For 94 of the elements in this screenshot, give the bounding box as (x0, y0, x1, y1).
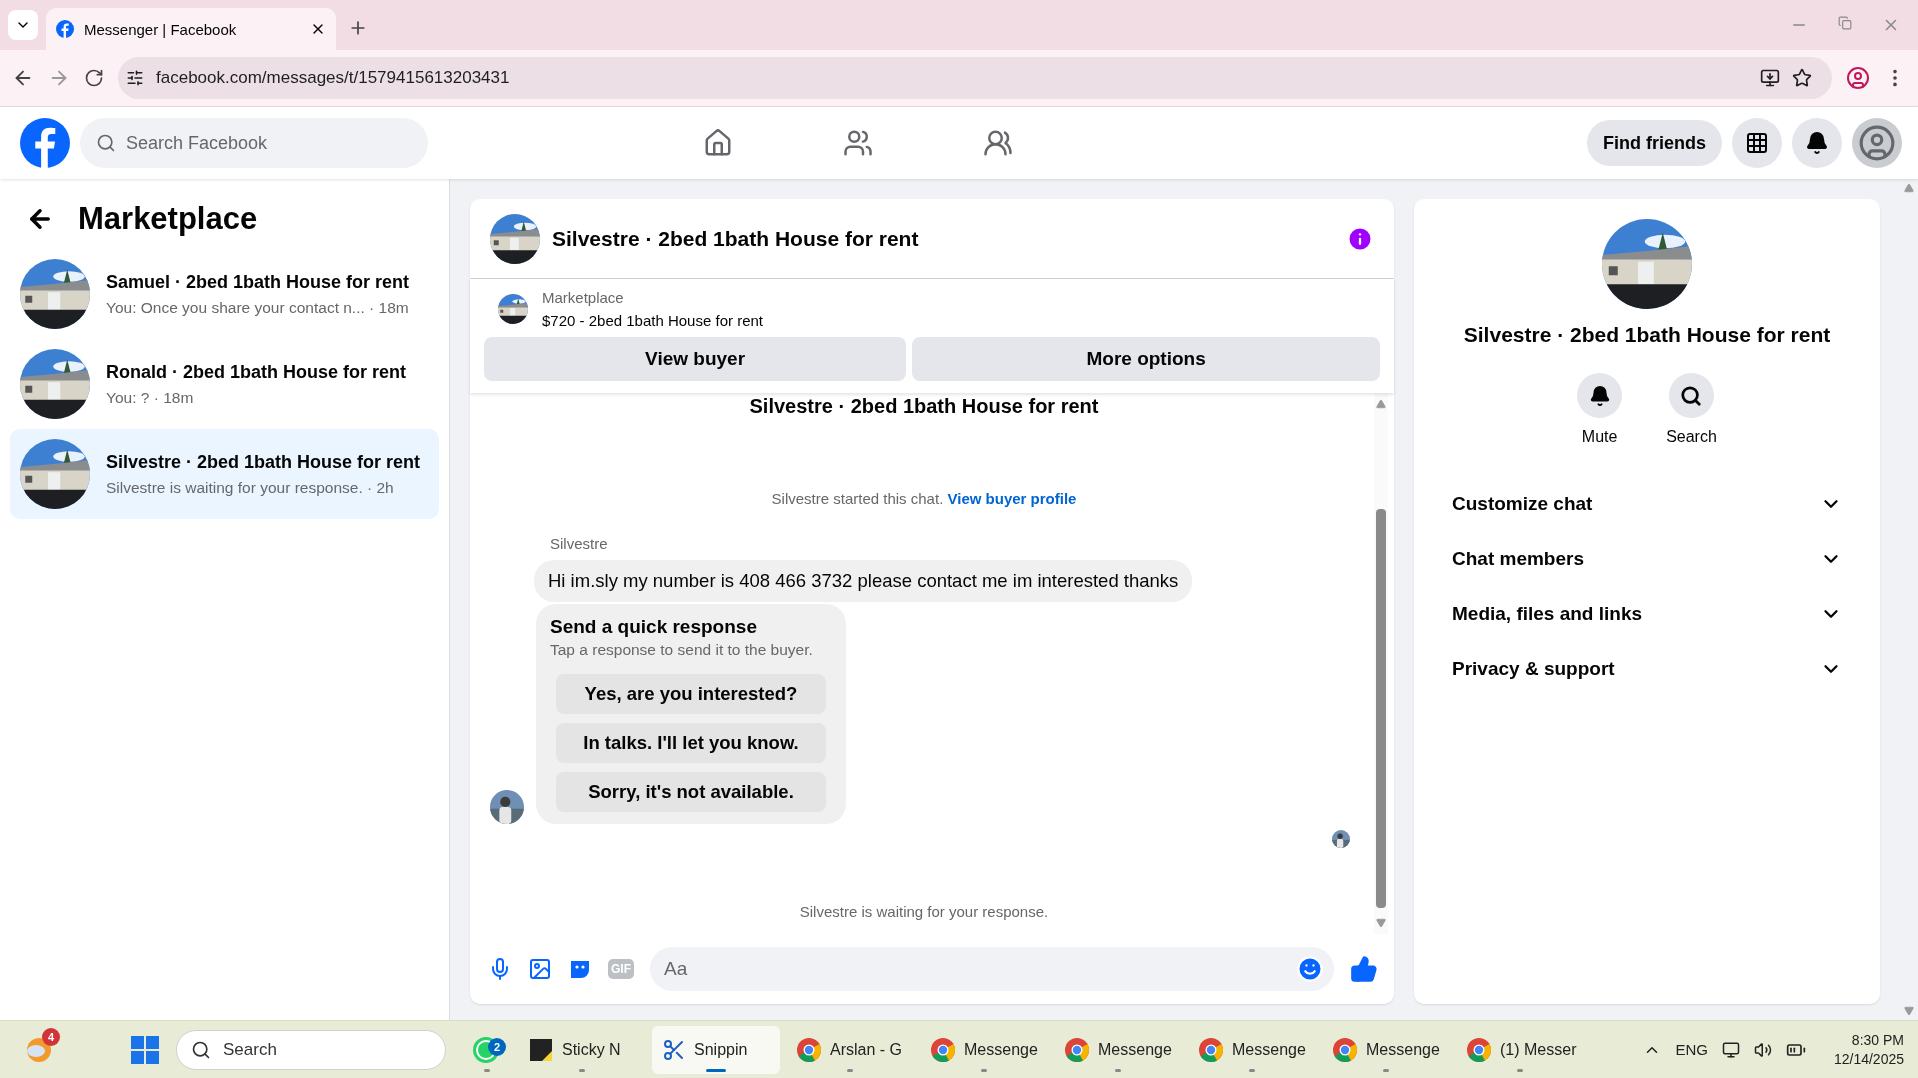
conversation-preview: You: ? · 18m (106, 388, 195, 407)
details-section[interactable]: Chat members (1434, 531, 1860, 586)
chrome-icon (1332, 1036, 1358, 1063)
taskbar-app[interactable]: Messenge (920, 1025, 1048, 1074)
scroll-up-icon[interactable] (1376, 399, 1386, 409)
taskbar-app[interactable]: (1) Messer (1456, 1025, 1584, 1074)
scroll-up-icon[interactable] (1904, 183, 1914, 193)
sender-name: Silvestre (549, 535, 609, 552)
home-icon[interactable] (702, 128, 733, 158)
account-button[interactable] (1852, 118, 1902, 168)
taskbar-app[interactable]: Arslan - G (786, 1025, 914, 1074)
bookmark-icon[interactable] (1792, 68, 1812, 88)
details-section[interactable]: Privacy & support (1434, 641, 1860, 696)
notification-badge: 2 (488, 1037, 506, 1056)
search-icon (191, 1039, 211, 1060)
grid-icon (1745, 131, 1769, 155)
scissors-icon (662, 1037, 686, 1062)
clock[interactable]: 8:30 PM 12/14/2025 (1833, 1030, 1904, 1069)
conversation-preview: Silvestre is waiting for your response. · 2h (106, 478, 395, 497)
chrome-icon (1064, 1036, 1090, 1063)
chrome-icon (1466, 1036, 1492, 1063)
taskbar-app[interactable]: 2 (462, 1025, 512, 1074)
thread-title: Silvestre · 2bed 1bath House for rent (748, 394, 1100, 418)
taskbar-search-field[interactable]: Search (176, 1029, 446, 1070)
like-icon[interactable] (1350, 955, 1378, 983)
tab-list-button[interactable] (8, 10, 38, 40)
details-section[interactable]: Customize chat (1434, 476, 1860, 531)
details-title: Silvestre · 2bed 1bath House for rent (1463, 323, 1831, 347)
bell-icon (1588, 384, 1611, 407)
buyer-profile-link[interactable]: View buyer profile (947, 490, 1077, 507)
quick-response-hint: Tap a response to send it to the buyer. (550, 641, 814, 659)
menu-button[interactable] (1732, 118, 1782, 168)
chrome-icon (796, 1036, 822, 1063)
profile-icon[interactable] (1846, 66, 1870, 90)
volume-icon[interactable] (1753, 1040, 1772, 1059)
quick-response-button[interactable]: Sorry, it's not available. (556, 772, 826, 812)
chrome-icon (930, 1036, 956, 1063)
taskbar-app[interactable]: Sticky N (518, 1025, 646, 1074)
sidebar-title: Marketplace (78, 201, 258, 237)
taskbar-app[interactable]: Snippin (652, 1025, 780, 1074)
notifications-button[interactable] (1792, 118, 1842, 168)
chat-title: Silvestre · 2bed 1bath House for rent (552, 226, 920, 251)
search-icon (96, 133, 116, 153)
restore-icon[interactable] (1838, 16, 1852, 30)
start-icon[interactable] (130, 1034, 160, 1065)
install-icon[interactable] (1760, 68, 1780, 88)
conversation-title: Silvestre · 2bed 1bath House for rent (106, 451, 421, 473)
quick-response-title: Send a quick response (550, 616, 758, 638)
network-icon[interactable] (1721, 1040, 1740, 1059)
logo-icon (20, 118, 70, 168)
taskbar-app[interactable]: Messenge (1188, 1025, 1316, 1074)
find-friends-button[interactable]: Find friends (1587, 120, 1722, 166)
search-placeholder: Search (223, 1039, 277, 1060)
notification-badge: 4 (42, 1027, 60, 1046)
reload-icon[interactable] (84, 68, 104, 88)
chrome-icon (1198, 1036, 1224, 1063)
details-section[interactable]: Media, files and links (1434, 586, 1860, 641)
search-icon (1680, 384, 1703, 407)
browser-tab[interactable]: Messenger | Facebook (46, 8, 336, 50)
message-bubble: Hi im.sly my number is 408 466 3732 please contact me im interested thanks (534, 560, 1193, 602)
tab-title: Messenger | Facebook (84, 20, 238, 38)
groups-icon[interactable] (982, 128, 1013, 158)
image-icon[interactable] (528, 957, 552, 981)
url-text: facebook.com/messages/t/1579415613203431 (156, 68, 511, 88)
bell-icon (1805, 131, 1829, 155)
scroll-down-icon[interactable] (1904, 1006, 1914, 1016)
scrollbar[interactable] (1374, 393, 1388, 934)
conversation-title: Ronald · 2bed 1bath House for rent (106, 361, 407, 383)
listing-summary: $720 - 2bed 1bath House for rent (542, 312, 763, 329)
friends-icon[interactable] (842, 128, 873, 158)
search-field[interactable]: Search Facebook (80, 118, 428, 168)
note-icon (528, 1036, 554, 1063)
language-indicator[interactable]: ENG (1675, 1041, 1708, 1058)
listing-source: Marketplace (542, 289, 625, 306)
conversation-title: Samuel · 2bed 1bath House for rent (106, 271, 410, 293)
site-settings-icon[interactable] (126, 69, 144, 87)
quick-response-button[interactable]: Yes, are you interested? (556, 674, 826, 714)
action-button[interactable]: More options (912, 337, 1380, 381)
conversation-item[interactable]: Ronald · 2bed 1bath House for rent You: ? · 18m (10, 339, 439, 429)
logo-icon (56, 20, 74, 38)
quick-response-button[interactable]: In talks. I'll let you know. (556, 723, 826, 763)
conversation-preview: You: Once you share your contact n... · 18m (106, 298, 410, 317)
taskbar-app[interactable]: Messenge (1054, 1025, 1182, 1074)
taskbar-app[interactable]: Messenge (1322, 1025, 1450, 1074)
chat-started-text: Silvestre started this chat. View buyer profile (770, 490, 1078, 507)
action-button[interactable]: View buyer (484, 337, 907, 381)
avatar-icon (1858, 123, 1896, 163)
conversation-item[interactable]: Silvestre · 2bed 1bath House for rent Silvestre is waiting for your response. · 2h (10, 429, 439, 519)
message-field[interactable]: Aa (650, 947, 1334, 991)
scroll-down-icon[interactable] (1376, 918, 1386, 928)
search-placeholder: Search Facebook (126, 132, 268, 154)
conversation-item[interactable]: Samuel · 2bed 1bath House for rent You: Once you share your contact n... · 18m (10, 249, 439, 339)
status-text: Silvestre is waiting for your response. (798, 903, 1050, 920)
address-bar[interactable]: facebook.com/messages/t/1579415613203431 (118, 57, 1832, 99)
